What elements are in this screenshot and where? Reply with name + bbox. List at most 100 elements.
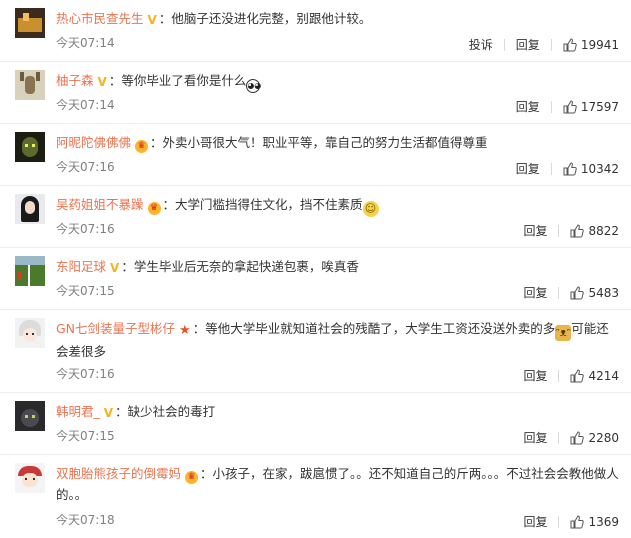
- comment-line: 双胞胎熊孩子的倒霉妈 ♛ ：小孩子，在家，跋扈惯了。。还不知道自己的斤两。。。不过社…: [56, 463, 619, 505]
- username-link[interactable]: 韩明君_: [56, 404, 100, 419]
- divider: [550, 38, 552, 51]
- avatar[interactable]: [15, 463, 45, 493]
- avatar[interactable]: [15, 256, 45, 286]
- like-button[interactable]: 1369: [570, 515, 619, 529]
- avatar[interactable]: [15, 70, 45, 100]
- comment-item: 韩明君_ V ：缺少社会的毒打 今天07:15 回复 2280: [0, 393, 631, 455]
- divider: [558, 286, 560, 299]
- timestamp: 今天07:16: [56, 222, 115, 236]
- like-count: 19941: [580, 37, 619, 52]
- divider: [558, 224, 560, 237]
- comment-text: ：等你毕业了看你是什么: [108, 73, 247, 88]
- thumbs-up-icon: [570, 514, 585, 528]
- reply-button[interactable]: 回复: [523, 367, 547, 384]
- comment-line: GN七剑装量子型彬仔 ★ ：等他大学毕业就知道社会的残酷了，大学生工资还没送外卖的多…: [56, 318, 619, 362]
- like-button[interactable]: 4214: [570, 369, 619, 383]
- username-link[interactable]: 柚子森: [56, 73, 94, 88]
- comment-text: ：大学门槛挡得住文化，挡不住素质: [162, 197, 363, 212]
- comment-actions: 回复 10342: [516, 160, 619, 177]
- member-crown-icon: ♛: [185, 471, 199, 484]
- verified-v-icon: V: [110, 261, 120, 275]
- like-count: 2280: [588, 430, 619, 445]
- username-link[interactable]: 阿昵陀佛佛佛: [56, 135, 131, 150]
- username-link[interactable]: GN七剑装量子型彬仔: [56, 321, 175, 336]
- like-button[interactable]: 2280: [570, 431, 619, 445]
- divider: [550, 100, 552, 113]
- comment-item: 阿昵陀佛佛佛 ♛ ：外卖小哥很大气！职业平等，靠自己的努力生活都值得尊重 今天07:…: [0, 124, 631, 186]
- verified-v-icon: V: [103, 406, 114, 420]
- divider: [550, 162, 552, 175]
- comment-text: ：等他大学毕业就知道社会的残酷了，大学生工资还没送外卖的多: [192, 321, 556, 336]
- divider: [558, 369, 560, 382]
- like-count: 5483: [588, 285, 619, 300]
- member-crown-icon: ♛: [135, 140, 149, 153]
- like-button[interactable]: 8822: [570, 224, 619, 238]
- divider: [558, 431, 560, 444]
- comment-line: 韩明君_ V ：缺少社会的毒打: [56, 401, 619, 422]
- comment-actions: 回复 17597: [516, 98, 619, 115]
- comment-item: 柚子森 V ：等你毕业了看你是什么◕◕ 今天07:14 回复 17597: [0, 62, 631, 124]
- timestamp: 今天07:14: [56, 36, 115, 50]
- comment-actions: 回复 2280: [523, 429, 619, 446]
- like-count: 1369: [588, 514, 619, 529]
- timestamp: 今天07:16: [56, 160, 115, 174]
- avatar[interactable]: [15, 132, 45, 162]
- thumbs-up-icon: [570, 368, 585, 382]
- reply-button[interactable]: 回复: [523, 429, 547, 446]
- comment-text: ：外卖小哥很大气！职业平等，靠自己的努力生活都值得尊重: [150, 135, 488, 150]
- comment-item: 吴药姐姐不暴躁 ♛ ：大学门槛挡得住文化，挡不住素质 ☺ 今天07:16 回复 882…: [0, 186, 631, 248]
- comment-text: ：缺少社会的毒打: [115, 404, 216, 419]
- avatar[interactable]: [15, 318, 45, 348]
- timestamp: 今天07:14: [56, 98, 115, 112]
- thumbs-up-icon: [570, 285, 585, 299]
- reply-button[interactable]: 回复: [523, 222, 547, 239]
- verified-v-icon: V: [97, 75, 107, 89]
- reply-button[interactable]: 回复: [523, 513, 547, 530]
- verified-v-icon: V: [147, 13, 157, 27]
- reply-button[interactable]: 回复: [516, 36, 540, 53]
- comment-actions: 回复 5483: [523, 284, 619, 301]
- comment-text: ：他脑子还没进化完整，别跟他计较。: [158, 11, 372, 26]
- comment-actions: 回复 8822: [523, 222, 619, 239]
- like-button[interactable]: 19941: [563, 38, 619, 52]
- username-link[interactable]: 东阳足球: [56, 259, 106, 274]
- comment-line: 柚子森 V ：等你毕业了看你是什么◕◕: [56, 70, 619, 93]
- grimace-emoji-icon: ☺: [362, 201, 379, 217]
- comment-list: 热心市民查先生 V ：他脑子还没进化完整，别跟他计较。 今天07:14 投诉 回复 …: [0, 0, 631, 532]
- report-button[interactable]: 投诉: [469, 36, 493, 53]
- timestamp: 今天07:15: [56, 284, 115, 298]
- avatar[interactable]: [15, 194, 45, 224]
- thumbs-up-icon: [563, 99, 577, 113]
- username-link[interactable]: 双胞胎熊孩子的倒霉妈: [56, 466, 181, 481]
- like-button[interactable]: 17597: [563, 100, 619, 114]
- reply-button[interactable]: 回复: [516, 98, 540, 115]
- comment-item: GN七剑装量子型彬仔 ★ ：等他大学毕业就知道社会的残酷了，大学生工资还没送外卖的多…: [0, 310, 631, 393]
- comment-actions: 投诉 回复 19941: [469, 36, 619, 53]
- like-count: 4214: [588, 368, 619, 383]
- username-link[interactable]: 吴药姐姐不暴躁: [56, 197, 144, 212]
- thumbs-up-icon: [570, 430, 585, 444]
- doge-emoji-icon: ᵔᴥᵔ: [555, 325, 572, 341]
- comment-text: ：学生毕业后无奈的拿起快递包裹，唉真香: [121, 259, 359, 274]
- like-button[interactable]: 10342: [563, 162, 619, 176]
- timestamp: 今天07:15: [56, 429, 115, 443]
- comment-line: 热心市民查先生 V ：他脑子还没进化完整，别跟他计较。: [56, 8, 619, 29]
- member-crown-icon: ♛: [147, 202, 161, 215]
- comment-line: 阿昵陀佛佛佛 ♛ ：外卖小哥很大气！职业平等，靠自己的努力生活都值得尊重: [56, 132, 619, 153]
- thumbs-up-icon: [563, 161, 577, 175]
- comment-line: 吴药姐姐不暴躁 ♛ ：大学门槛挡得住文化，挡不住素质 ☺: [56, 194, 619, 217]
- comment-item: 东阳足球 V ：学生毕业后无奈的拿起快递包裹，唉真香 今天07:15 回复 5483: [0, 248, 631, 310]
- reply-button[interactable]: 回复: [516, 160, 540, 177]
- avatar[interactable]: [15, 8, 45, 38]
- avatar[interactable]: [15, 401, 45, 431]
- like-button[interactable]: 5483: [570, 286, 619, 300]
- comment-item: 双胞胎熊孩子的倒霉妈 ♛ ：小孩子，在家，跋扈惯了。。还不知道自己的斤两。。。不过社…: [0, 455, 631, 538]
- like-count: 8822: [588, 223, 619, 238]
- reply-button[interactable]: 回复: [523, 284, 547, 301]
- comment-actions: 回复 1369: [523, 513, 619, 530]
- comment-line: 东阳足球 V ：学生毕业后无奈的拿起快递包裹，唉真香: [56, 256, 619, 277]
- username-link[interactable]: 热心市民查先生: [56, 11, 144, 26]
- panda-emoji-icon: ◕◕: [246, 79, 261, 93]
- thumbs-up-icon: [570, 223, 585, 237]
- timestamp: 今天07:18: [56, 513, 115, 527]
